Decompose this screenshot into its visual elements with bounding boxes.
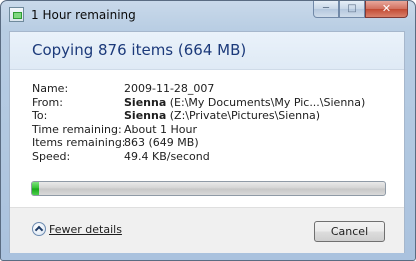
cancel-button[interactable]: Cancel (314, 221, 385, 242)
time-remaining-value: About 1 Hour (124, 122, 198, 136)
minimize-button[interactable]: ─ (313, 1, 339, 18)
items-remaining-label: Items remaining: (32, 136, 126, 149)
dialog-content: Copying 876 items (664 MB) Name: 2009-11… (9, 31, 405, 253)
chevron-up-icon (32, 222, 46, 236)
to-row: To: Sienna (Z:\Private\Pictures\Sienna) (32, 109, 392, 123)
minimize-icon: ─ (322, 3, 330, 14)
name-value: 2009-11-28_007 (124, 82, 215, 95)
time-remaining-label: Time remaining: (32, 122, 122, 136)
name-row: Name: 2009-11-28_007 (32, 82, 392, 96)
from-folder-name: Sienna (124, 95, 167, 109)
speed-value: 49.4 KB/second (124, 149, 210, 163)
to-value[interactable]: Sienna (Z:\Private\Pictures\Sienna) (124, 109, 320, 123)
copy-progress-bar (31, 181, 386, 196)
speed-row: Speed: 49.4 KB/second (32, 150, 392, 164)
progress-fill (32, 182, 40, 195)
from-path: (E:\My Documents\My Pic...\Sienna) (166, 95, 366, 109)
to-path: (Z:\Private\Pictures\Sienna) (166, 109, 321, 122)
fewer-details-label: Fewer details (49, 222, 122, 236)
close-button[interactable]: ✕ (365, 1, 408, 18)
window-title: 1 Hour remaining (31, 8, 136, 22)
speed-label: Speed: (32, 149, 71, 163)
dialog-footer: Fewer details Cancel (10, 207, 404, 253)
title-bar[interactable]: 1 Hour remaining ─ □ ✕ (1, 1, 415, 31)
from-value[interactable]: Sienna (E:\My Documents\My Pic...\Sienna… (124, 96, 365, 110)
to-label: To: (32, 109, 48, 122)
caption-buttons: ─ □ ✕ (313, 1, 408, 18)
to-folder-name: Sienna (124, 109, 167, 122)
copy-heading: Copying 876 items (664 MB) (32, 41, 247, 59)
from-label: From: (32, 95, 63, 109)
from-row: From: Sienna (E:\My Documents\My Pic...\… (32, 96, 392, 110)
copy-progress-icon (9, 7, 24, 22)
maximize-icon: □ (347, 3, 357, 14)
items-remaining-row: Items remaining: 863 (649 MB) (32, 136, 392, 150)
header-band: Copying 876 items (664 MB) (10, 32, 404, 70)
name-label: Name: (32, 82, 69, 95)
maximize-button[interactable]: □ (339, 1, 365, 18)
time-remaining-row: Time remaining: About 1 Hour (32, 123, 392, 137)
items-remaining-value: 863 (649 MB) (124, 136, 199, 149)
fewer-details-toggle[interactable]: Fewer details (32, 222, 122, 236)
details-panel: Name: 2009-11-28_007 From: Sienna (E:\My… (32, 82, 392, 163)
close-icon: ✕ (381, 2, 392, 15)
copy-dialog-window: 1 Hour remaining ─ □ ✕ Copying 876 items… (0, 0, 416, 261)
